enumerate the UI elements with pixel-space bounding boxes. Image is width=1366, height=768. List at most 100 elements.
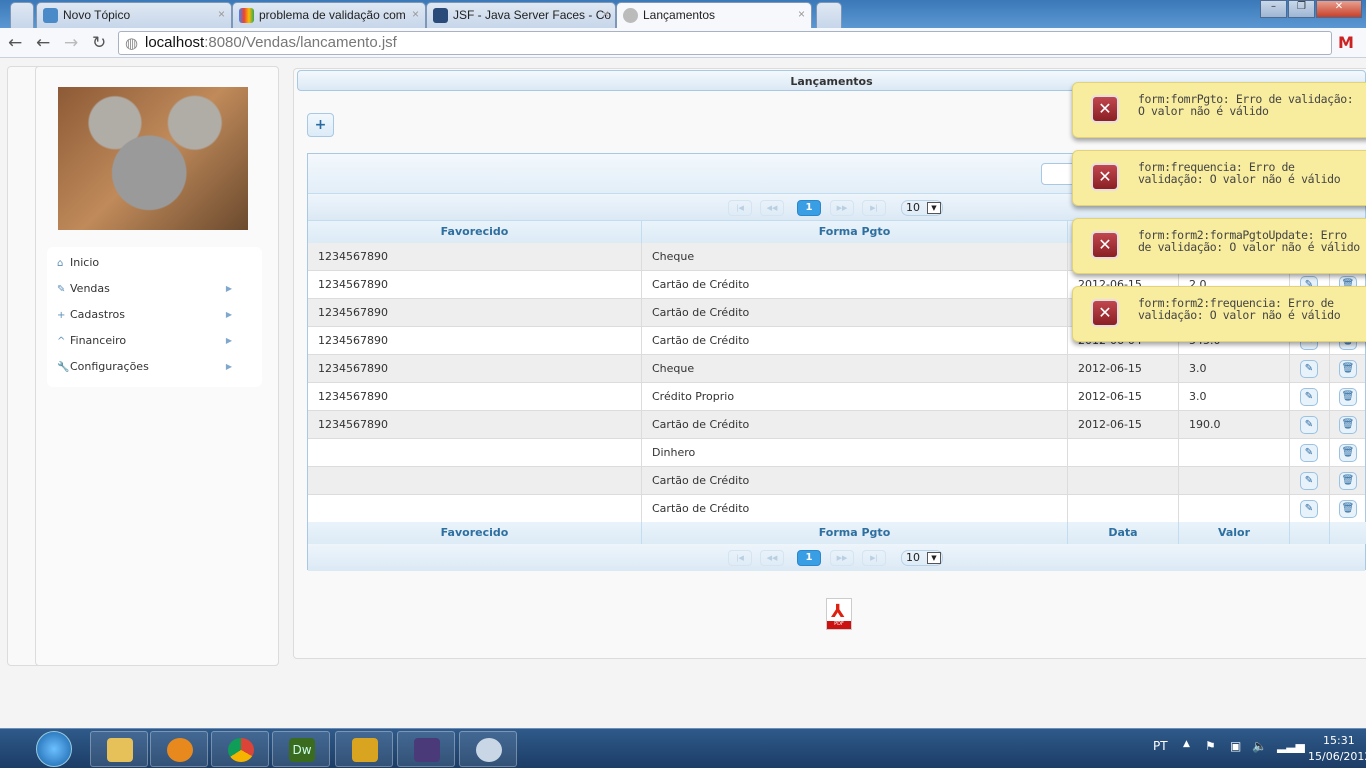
- chevron-down-icon: ▼: [927, 202, 941, 214]
- close-window-button[interactable]: ✕: [1316, 0, 1362, 18]
- minimize-button[interactable]: –: [1260, 0, 1287, 18]
- taskbar-dreamweaver[interactable]: Dw: [272, 731, 330, 767]
- folder-icon: [107, 738, 133, 762]
- sidebar-item-vendas[interactable]: ✎ Vendas ▶: [57, 282, 247, 302]
- flag-icon[interactable]: ⚑: [1205, 739, 1216, 753]
- globe-icon: [623, 8, 638, 23]
- cell-edit: ✎: [1290, 439, 1330, 466]
- edit-icon[interactable]: ✎: [1300, 444, 1318, 462]
- column-header-favorecido[interactable]: Favorecido: [308, 221, 642, 243]
- taskbar-chrome[interactable]: [211, 731, 269, 767]
- trash-icon[interactable]: 🗑: [1339, 472, 1357, 490]
- sidebar-item-financeiro[interactable]: ^ Financeiro ▶: [57, 334, 247, 354]
- back-icon[interactable]: ←: [8, 33, 22, 53]
- taskbar-explorer[interactable]: [90, 731, 148, 767]
- language-indicator[interactable]: PT: [1153, 739, 1168, 753]
- cell-data: [1068, 439, 1179, 466]
- tab-google[interactable]: problema de validação com ×: [232, 2, 426, 28]
- cell-favorecido: 1234567890: [308, 327, 642, 354]
- tab-label: JSF - Java Server Faces - Co: [453, 8, 612, 22]
- cell-forma: Cartão de Crédito: [642, 495, 1068, 522]
- cell-delete: 🗑: [1330, 467, 1366, 494]
- trash-icon[interactable]: 🗑: [1339, 360, 1357, 378]
- last-page-button[interactable]: ▶|: [862, 200, 886, 216]
- trash-icon[interactable]: 🗑: [1339, 444, 1357, 462]
- pencil-icon: ✎: [57, 284, 66, 295]
- edit-icon[interactable]: ✎: [1300, 388, 1318, 406]
- table-row[interactable]: 1234567890 Cartão de Crédito 2012-06-15 190…: [308, 411, 1365, 439]
- first-page-button[interactable]: |◀: [728, 200, 752, 216]
- cell-delete: 🗑: [1330, 495, 1366, 522]
- close-icon[interactable]: ×: [798, 7, 805, 21]
- error-icon: ✕: [1091, 299, 1119, 327]
- clock-date[interactable]: 15/06/2012: [1308, 750, 1366, 763]
- site-icon: [433, 8, 448, 23]
- reload-icon[interactable]: ↻: [92, 33, 106, 53]
- table-row[interactable]: Cartão de Crédito ✎ 🗑: [308, 495, 1365, 523]
- cell-favorecido: [308, 467, 642, 494]
- back-icon[interactable]: ←: [36, 33, 50, 53]
- tab-novo-topico[interactable]: Novo Tópico ×: [36, 2, 232, 28]
- dreamweaver-icon: Dw: [289, 738, 315, 762]
- taskbar-paint[interactable]: [459, 731, 517, 767]
- error-notification[interactable]: ✕ form:frequencia: Erro de validação: O v…: [1072, 150, 1366, 206]
- column-header-forma-pgto[interactable]: Forma Pgto: [642, 221, 1068, 243]
- rows-per-page-select[interactable]: 10 ▼: [901, 200, 943, 216]
- page-button[interactable]: 1: [797, 550, 821, 566]
- address-bar[interactable]: ◍ localhost:8080/Vendas/lancamento.jsf: [118, 31, 1332, 55]
- forward-icon[interactable]: →: [64, 33, 78, 53]
- cell-delete: 🗑: [1330, 411, 1366, 438]
- close-icon[interactable]: ×: [218, 7, 225, 21]
- error-notification[interactable]: ✕ form:form2:frequencia: Erro de validaçã…: [1072, 286, 1366, 342]
- rows-per-page-select[interactable]: 10 ▼: [901, 550, 943, 566]
- page-button[interactable]: 1: [797, 200, 821, 216]
- network-icon[interactable]: ▂▃▅: [1277, 739, 1305, 753]
- close-icon[interactable]: ×: [412, 7, 419, 21]
- edit-icon[interactable]: ✎: [1300, 360, 1318, 378]
- cell-forma: Cartão de Crédito: [642, 327, 1068, 354]
- data-table: |◀ ◀◀ 1 ▶▶ ▶| 10 ▼ Favorecido Forma Pgto …: [307, 153, 1366, 571]
- trash-icon[interactable]: 🗑: [1339, 388, 1357, 406]
- export-pdf-button[interactable]: ⅄ PDF: [826, 598, 852, 630]
- close-icon[interactable]: ×: [602, 7, 609, 21]
- add-button[interactable]: +: [307, 113, 334, 137]
- show-hidden-icons[interactable]: ▲: [1183, 739, 1190, 749]
- taskbar-app[interactable]: [335, 731, 393, 767]
- start-button[interactable]: [36, 731, 72, 767]
- taskbar-media-player[interactable]: [150, 731, 208, 767]
- first-page-button[interactable]: |◀: [728, 550, 752, 566]
- trash-icon[interactable]: 🗑: [1339, 416, 1357, 434]
- cell-valor: [1179, 467, 1290, 494]
- next-page-button[interactable]: ▶▶: [830, 550, 854, 566]
- table-row[interactable]: Dinhero ✎ 🗑: [308, 439, 1365, 467]
- tab-lancamentos[interactable]: Lançamentos ×: [616, 2, 812, 28]
- volume-icon[interactable]: 🔈: [1252, 739, 1267, 753]
- new-tab-button[interactable]: [816, 2, 842, 28]
- error-notification[interactable]: ✕ form:fomrPgto: Erro de validação: O val…: [1072, 82, 1366, 138]
- power-icon[interactable]: ▣: [1230, 739, 1241, 753]
- sidebar-item-inicio[interactable]: ⌂ Inicio: [57, 256, 247, 276]
- sidebar-item-configuracoes[interactable]: 🔧Configurações ▶: [57, 360, 247, 380]
- cell-forma: Cartão de Crédito: [642, 411, 1068, 438]
- prev-page-button[interactable]: ◀◀: [760, 550, 784, 566]
- prev-page-button[interactable]: ◀◀: [760, 200, 784, 216]
- table-row[interactable]: 1234567890 Cheque 2012-06-15 3.0 ✎ 🗑: [308, 355, 1365, 383]
- table-row[interactable]: Cartão de Crédito ✎ 🗑: [308, 467, 1365, 495]
- maximize-button[interactable]: ❐: [1288, 0, 1315, 18]
- edit-icon[interactable]: ✎: [1300, 500, 1318, 518]
- trash-icon[interactable]: 🗑: [1339, 500, 1357, 518]
- cell-valor: 3.0: [1179, 383, 1290, 410]
- tab-blank[interactable]: [10, 2, 34, 28]
- sidebar-item-cadastros[interactable]: + Cadastros ▶: [57, 308, 247, 328]
- last-page-button[interactable]: ▶|: [862, 550, 886, 566]
- gmail-icon[interactable]: M: [1338, 33, 1354, 52]
- clock-time[interactable]: 15:31: [1323, 734, 1355, 747]
- edit-icon[interactable]: ✎: [1300, 416, 1318, 434]
- taskbar-eclipse[interactable]: [397, 731, 455, 767]
- error-notification[interactable]: ✕ form:form2:formaPgtoUpdate: Erro de val…: [1072, 218, 1366, 274]
- next-page-button[interactable]: ▶▶: [830, 200, 854, 216]
- tab-jsf[interactable]: JSF - Java Server Faces - Co ×: [426, 2, 616, 28]
- edit-icon[interactable]: ✎: [1300, 472, 1318, 490]
- table-row[interactable]: 1234567890 Crédito Proprio 2012-06-15 3.0 ✎ 🗑: [308, 383, 1365, 411]
- pdf-label: PDF: [827, 621, 851, 629]
